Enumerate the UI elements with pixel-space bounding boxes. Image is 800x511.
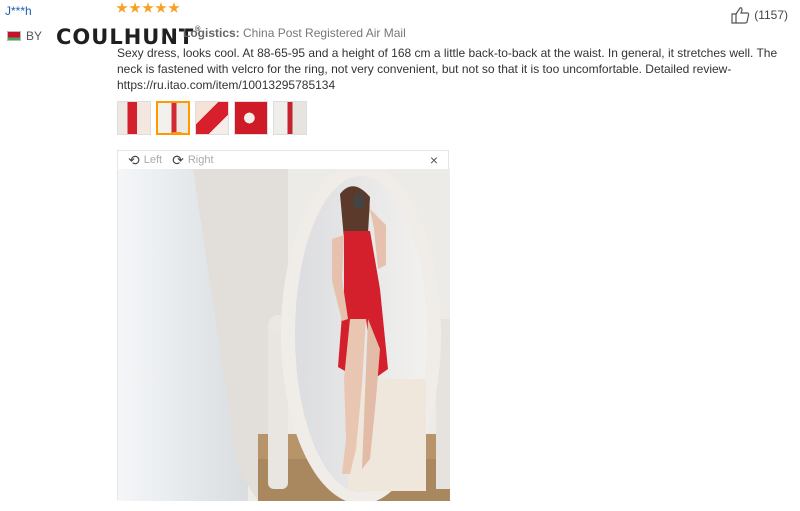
logistics-value: China Post Registered Air Mail [243,26,406,40]
rating-stars [116,2,180,14]
rotate-left-icon: ⟲ [128,151,140,168]
reviewer-name[interactable]: J***h [5,4,32,18]
logistics-info: Logistics: China Post Registered Air Mai… [183,26,406,40]
thumbs-up-icon [731,7,750,24]
rotate-right-icon: ⟳ [172,151,184,168]
review-text: Sexy dress, looks cool. At 88-65-95 and … [117,46,778,92]
watermark-suffix: l [161,26,164,40]
star-icon [129,2,141,13]
mirror-selfie-photo [118,169,450,501]
star-icon [155,2,167,13]
review-thumbnail-active[interactable] [156,101,190,135]
star-icon [116,2,128,13]
viewer-toolbar: ⟲ Left ⟳ Right × [118,151,448,169]
image-viewer: ⟲ Left ⟳ Right × [117,150,450,501]
helpful-button[interactable]: (1157) [731,6,788,24]
close-viewer-button[interactable]: × [430,152,438,168]
rotate-left-button[interactable]: ⟲ Left [128,152,162,169]
star-icon [168,2,180,13]
helpful-count: (1157) [754,8,788,22]
review-photo [118,169,450,501]
rotate-right-button[interactable]: ⟳ Right [172,152,213,169]
review-thumbnails [117,101,307,135]
review-thumbnail[interactable] [195,101,229,135]
flag-icon [7,31,21,41]
review-thumbnail[interactable] [273,101,307,135]
review-thumbnail[interactable] [234,101,268,135]
review-thumbnail[interactable] [117,101,151,135]
country-code: BY [26,29,43,43]
star-icon [142,2,154,13]
logistics-label: Logistics: [183,26,240,40]
reviewer-country: BY [7,29,42,43]
